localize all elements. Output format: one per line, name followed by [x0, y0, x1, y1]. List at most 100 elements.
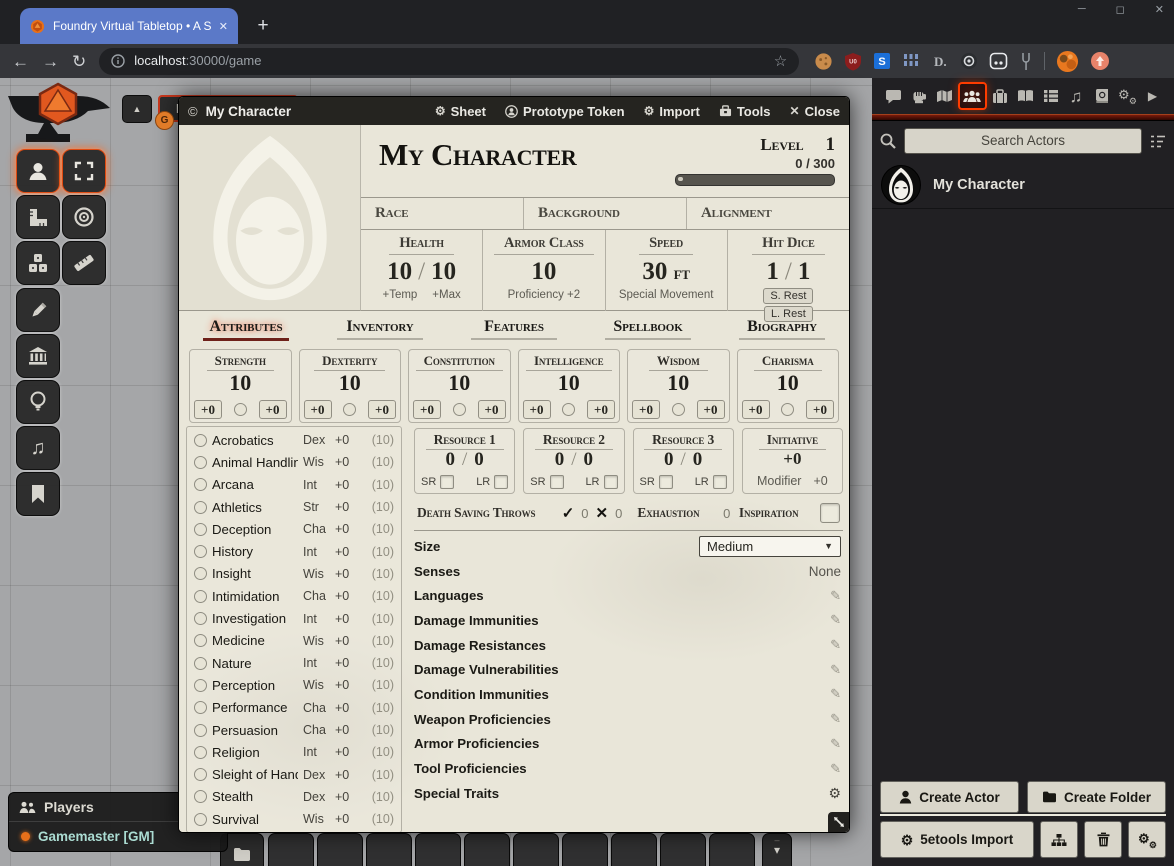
close-window-icon[interactable]: ✕ — [1155, 3, 1164, 16]
proficiency-toggle[interactable] — [781, 403, 794, 416]
skill-proficiency-toggle[interactable] — [194, 634, 207, 647]
maximize-icon[interactable]: ◻ — [1116, 3, 1125, 16]
macro-slot[interactable] — [660, 833, 706, 866]
close-button[interactable]: ✕Close — [790, 104, 840, 119]
hotbar-page-control[interactable]: –▾ — [762, 833, 792, 866]
address-bar[interactable]: localhost:30000/game ☆ — [99, 48, 799, 75]
update-icon[interactable] — [1090, 51, 1110, 71]
macro-slot[interactable] — [562, 833, 608, 866]
macro-slot[interactable] — [366, 833, 412, 866]
nav-collapse-button[interactable]: ▲ — [122, 95, 152, 123]
ability-block[interactable]: Intelligence 10 +0 +0 — [518, 349, 621, 423]
inspiration-checkbox[interactable] — [820, 503, 840, 523]
resize-handle[interactable] — [828, 812, 849, 832]
short-rest-checkbox[interactable] — [550, 475, 564, 489]
skill-row[interactable]: Performance Cha +0 (10) — [187, 697, 401, 719]
search-actors-input[interactable]: Search Actors — [904, 128, 1142, 154]
delete-button[interactable] — [1084, 821, 1122, 858]
check-icon[interactable]: ✓ — [562, 504, 575, 522]
minimize-icon[interactable]: ─ — [1078, 3, 1086, 16]
tab-scenes[interactable] — [932, 83, 957, 109]
ability-mod[interactable]: +0 — [523, 400, 551, 419]
armor-class-block[interactable]: Armor Class 10 Proficiency +2 — [482, 230, 604, 311]
health-block[interactable]: Health 10/10 +Temp+Max — [361, 230, 482, 311]
ability-save[interactable]: +0 — [697, 400, 725, 419]
prototype-token-button[interactable]: Prototype Token — [505, 104, 625, 119]
d-letter-icon[interactable]: D. — [931, 52, 949, 70]
grid-dots-icon[interactable] — [902, 52, 920, 70]
skill-row[interactable]: History Int +0 (10) — [187, 540, 401, 562]
long-rest-checkbox[interactable] — [494, 475, 508, 489]
ability-save[interactable]: +0 — [368, 400, 396, 419]
speed-block[interactable]: Speed 30 ft Special Movement — [605, 230, 727, 311]
xp-text[interactable]: 0 / 300 — [664, 156, 835, 171]
skill-row[interactable]: Arcana Int +0 (10) — [187, 474, 401, 496]
initiative-block[interactable]: Initiative +0 Modifier+0 — [742, 428, 843, 494]
tab-actors[interactable] — [958, 82, 987, 110]
long-rest-checkbox[interactable] — [713, 475, 727, 489]
import-button[interactable]: ⚙Import — [644, 104, 700, 119]
measure-templates-button[interactable] — [16, 195, 60, 239]
long-rest-checkbox[interactable] — [604, 475, 618, 489]
proficiency-toggle[interactable] — [234, 403, 247, 416]
skill-proficiency-toggle[interactable] — [194, 790, 207, 803]
chevron-down-icon[interactable]: ▾ — [774, 844, 780, 856]
5etools-import-button[interactable]: ⚙ 5etools Import — [880, 821, 1034, 858]
edit-icon[interactable]: ✎ — [830, 662, 841, 678]
ability-save[interactable]: +0 — [587, 400, 615, 419]
skill-row[interactable]: Sleight of Hand Dex +0 (10) — [187, 763, 401, 785]
skill-row[interactable]: Religion Int +0 (10) — [187, 741, 401, 763]
sheet-tab[interactable]: Spellbook — [581, 316, 715, 346]
browser-tab[interactable]: Foundry Virtual Tabletop • A Stan ✕ — [20, 8, 238, 44]
skill-row[interactable]: Insight Wis +0 (10) — [187, 563, 401, 585]
skill-proficiency-toggle[interactable] — [194, 701, 207, 714]
sheet-tab[interactable]: Features — [447, 316, 581, 346]
walls-tool-button[interactable] — [16, 334, 60, 378]
death-fail-count[interactable]: 0 — [615, 506, 622, 521]
character-name[interactable]: My Character — [361, 125, 664, 197]
detail-field[interactable]: Alignment — [686, 198, 849, 229]
macro-slot[interactable] — [464, 833, 510, 866]
macro-slot[interactable] — [611, 833, 657, 866]
skill-row[interactable]: Deception Cha +0 (10) — [187, 518, 401, 540]
macro-slot[interactable] — [268, 833, 314, 866]
macro-slot[interactable] — [513, 833, 559, 866]
short-rest-button[interactable]: S. Rest — [763, 288, 813, 304]
tab-combat[interactable] — [907, 83, 932, 109]
skill-row[interactable]: Medicine Wis +0 (10) — [187, 630, 401, 652]
cookie-icon[interactable] — [814, 52, 833, 71]
skill-row[interactable]: Survival Wis +0 (10) — [187, 808, 401, 830]
character-portrait[interactable] — [179, 125, 361, 311]
robot-icon[interactable] — [989, 52, 1008, 70]
ability-mod[interactable]: +0 — [194, 400, 222, 419]
sheet-config-button[interactable]: ⚙Sheet — [435, 104, 486, 119]
sounds-tool-button[interactable]: ♫ — [16, 426, 60, 470]
ability-block[interactable]: Strength 10 +0 +0 — [189, 349, 292, 423]
skill-proficiency-toggle[interactable] — [194, 545, 207, 558]
ability-save[interactable]: +0 — [806, 400, 834, 419]
skill-proficiency-toggle[interactable] — [194, 478, 207, 491]
folder-tree-button[interactable] — [1040, 821, 1078, 858]
tab-journal[interactable] — [1013, 83, 1038, 109]
drawings-tool-button[interactable] — [16, 288, 60, 332]
measure-distance-button[interactable] — [62, 241, 106, 285]
skill-proficiency-toggle[interactable] — [194, 590, 207, 603]
resource-block[interactable]: Resource 3 0/0 SR LR — [633, 428, 734, 494]
edit-icon[interactable]: ✎ — [830, 612, 841, 628]
skill-proficiency-toggle[interactable] — [194, 434, 207, 447]
tab-playlists[interactable]: ♫ — [1064, 83, 1089, 109]
ability-block[interactable]: Charisma 10 +0 +0 — [737, 349, 840, 423]
proficiency-toggle[interactable] — [343, 403, 356, 416]
skill-row[interactable]: Persuasion Cha +0 (10) — [187, 719, 401, 741]
skill-proficiency-toggle[interactable] — [194, 523, 207, 536]
skill-row[interactable]: Investigation Int +0 (10) — [187, 607, 401, 629]
tab-items[interactable] — [987, 83, 1012, 109]
ability-save[interactable]: +0 — [259, 400, 287, 419]
skill-proficiency-toggle[interactable] — [194, 813, 207, 826]
tab-close-icon[interactable]: ✕ — [219, 20, 228, 33]
tab-tables[interactable] — [1038, 83, 1063, 109]
back-icon[interactable]: ← — [12, 53, 29, 70]
proficiency-toggle[interactable] — [453, 403, 466, 416]
reload-icon[interactable]: ↻ — [72, 53, 86, 70]
select-tokens-button[interactable] — [62, 149, 106, 193]
